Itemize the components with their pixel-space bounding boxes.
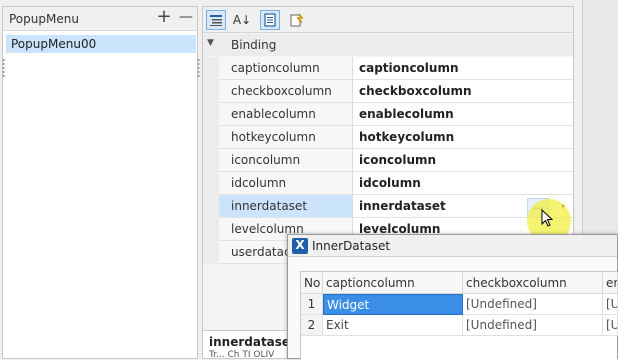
column-header-no[interactable]: No bbox=[301, 272, 323, 294]
dataset-grid: No captioncolumn checkboxcolumn er 1 Wid… bbox=[300, 271, 618, 360]
mouse-cursor-icon bbox=[541, 209, 553, 227]
splitter-grip[interactable] bbox=[2, 58, 5, 78]
property-row[interactable]: iconcolumn iconcolumn bbox=[203, 149, 573, 172]
property-name: hotkeycolumn bbox=[219, 126, 353, 149]
property-row-innerdataset[interactable]: innerdataset innerdataset bbox=[203, 195, 573, 218]
row-number: 1 bbox=[301, 294, 323, 315]
property-value[interactable]: hotkeycolumn bbox=[353, 126, 573, 149]
table-cell-selected[interactable]: Widget bbox=[323, 294, 463, 315]
property-pages-icon[interactable] bbox=[260, 10, 280, 30]
property-row[interactable]: idcolumn idcolumn bbox=[203, 172, 573, 195]
table-cell[interactable]: [U bbox=[603, 315, 618, 336]
property-name: iconcolumn bbox=[219, 149, 353, 172]
list-item-popupmenu00[interactable]: PopupMenu00 bbox=[6, 35, 196, 53]
dialog-titlebar[interactable]: X InnerDataset bbox=[288, 235, 617, 257]
property-name: enablecolumn bbox=[219, 103, 353, 126]
add-button[interactable]: + bbox=[155, 8, 173, 27]
remove-button[interactable]: — bbox=[177, 9, 195, 27]
property-name: captioncolumn bbox=[219, 57, 353, 80]
table-cell[interactable]: [U bbox=[603, 294, 618, 315]
property-name: idcolumn bbox=[219, 172, 353, 195]
splitter-grip[interactable] bbox=[197, 58, 200, 78]
property-name: innerdataset bbox=[219, 195, 353, 218]
table-cell[interactable]: [Undefined] bbox=[463, 294, 603, 315]
description-title: innerdataset bbox=[209, 335, 296, 349]
property-row[interactable]: captioncolumn captioncolumn bbox=[203, 57, 573, 80]
property-row[interactable]: hotkeycolumn hotkeycolumn bbox=[203, 126, 573, 149]
column-header-checkboxcolumn[interactable]: checkboxcolumn bbox=[463, 272, 603, 294]
property-value[interactable]: enablecolumn bbox=[353, 103, 573, 126]
table-cell[interactable]: [Undefined] bbox=[463, 315, 603, 336]
categorized-icon[interactable] bbox=[206, 10, 226, 30]
property-value[interactable]: idcolumn bbox=[353, 172, 573, 195]
popupmenu-panel: PopupMenu + — PopupMenu00 bbox=[2, 6, 198, 359]
category-row-binding[interactable]: ▼ Binding bbox=[203, 34, 573, 56]
column-header-enable[interactable]: er bbox=[603, 272, 618, 294]
dialog-title: InnerDataset bbox=[312, 239, 391, 253]
property-value[interactable]: iconcolumn bbox=[353, 149, 573, 172]
property-value[interactable]: checkboxcolumn bbox=[353, 80, 573, 103]
row-number: 2 bbox=[301, 315, 323, 336]
popupmenu-panel-title: PopupMenu bbox=[9, 12, 79, 26]
table-cell[interactable]: Exit bbox=[323, 315, 463, 336]
property-value[interactable]: captioncolumn bbox=[353, 57, 573, 80]
sort-az-icon[interactable]: A↓ bbox=[232, 10, 252, 30]
property-description: innerdataset Tr... Ch TI OLIV bbox=[202, 330, 296, 360]
innerdataset-dialog: X InnerDataset No captioncolumn checkbox… bbox=[287, 234, 618, 360]
popupmenu-panel-header: PopupMenu + — bbox=[3, 7, 197, 31]
events-icon[interactable] bbox=[287, 10, 307, 30]
column-header-captioncolumn[interactable]: captioncolumn bbox=[323, 272, 463, 294]
property-row[interactable]: enablecolumn enablecolumn bbox=[203, 103, 573, 126]
category-label: Binding bbox=[231, 38, 277, 52]
property-toolbar: A↓ bbox=[203, 7, 573, 33]
property-name: checkboxcolumn bbox=[219, 80, 353, 103]
dataset-icon: X bbox=[292, 238, 308, 254]
property-row[interactable]: checkboxcolumn checkboxcolumn bbox=[203, 80, 573, 103]
collapse-icon[interactable]: ▼ bbox=[207, 38, 214, 48]
